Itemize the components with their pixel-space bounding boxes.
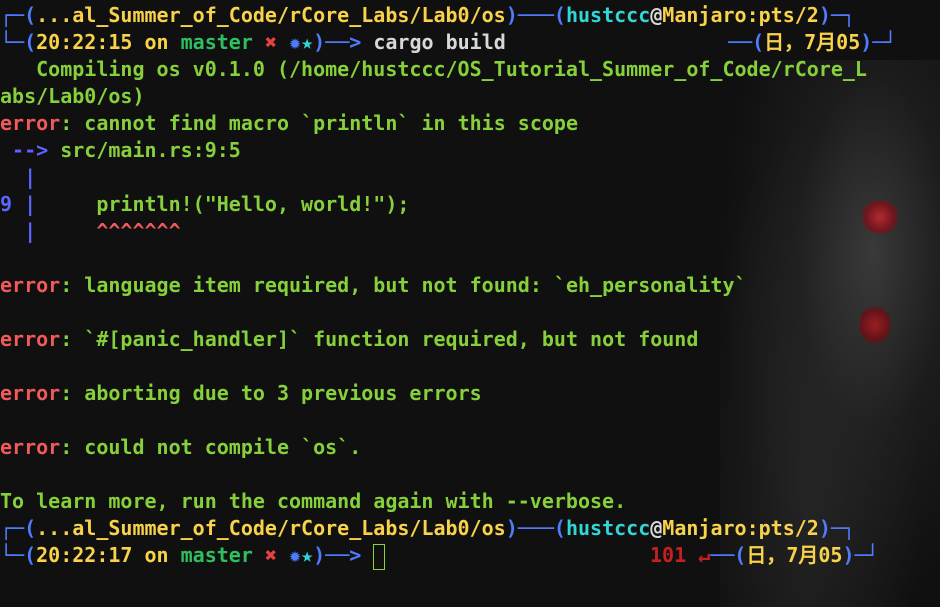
wallpaper-red-accent <box>860 305 890 345</box>
prompt1-date: 日，7月05 <box>764 30 861 54</box>
prompt2-user: hustccc <box>565 516 651 540</box>
prompt1-user: hustccc <box>565 3 651 27</box>
prompt2-top-line: ┌─(...al_Summer_of_Code/rCore_Labs/Lab0/… <box>0 516 855 540</box>
prompt1-date-block: ──(日，7月05)─┘ <box>728 30 897 54</box>
error-location-line: --> src/main.rs:9:5 <box>0 138 241 162</box>
error-line-5: error: could not compile `os`. <box>0 435 362 459</box>
status-gear-icon: ✹ <box>289 543 302 567</box>
compiling-line-wrap: abs/Lab0/os) <box>0 84 145 108</box>
prompt1-branch: master <box>180 30 253 54</box>
error-line-3: error: `#[panic_handler]` function requi… <box>0 327 699 351</box>
prompt1-bottom-line: └─(20:22:15 on master ✖ ✹★)──> cargo bui… <box>0 30 506 54</box>
prompt2-date: 日，7月05 <box>746 543 843 567</box>
verbose-hint-line: To learn more, run the command again wit… <box>0 489 627 513</box>
prompt1-path: ...al_Summer_of_Code/rCore_Labs/Lab0/os <box>36 3 506 27</box>
status-gear-icon: ✹ <box>289 30 302 54</box>
code-line: 9 | println!("Hello, world!"); <box>0 192 410 216</box>
prompt2-path: ...al_Summer_of_Code/rCore_Labs/Lab0/os <box>36 516 506 540</box>
caret-line: | ^^^^^^^ <box>0 219 181 243</box>
error-line-1: error: cannot find macro `println` in th… <box>0 111 578 135</box>
wallpaper-eye-highlight <box>860 200 900 234</box>
prompt1-top-line: ┌─(...al_Summer_of_Code/rCore_Labs/Lab0/… <box>0 3 855 27</box>
return-icon: ↵ <box>698 543 711 567</box>
prompt1-time: 20:22:15 <box>36 30 133 54</box>
error-line-2: error: language item required, but not f… <box>0 273 747 297</box>
exit-code: 101 <box>650 543 687 567</box>
terminal-cursor[interactable] <box>373 543 386 570</box>
prompt1-host: Manjaro:pts/2 <box>662 3 819 27</box>
status-x-icon: ✖ <box>264 30 277 54</box>
prompt2-right-block: 101 ↵──(日，7月05)─┘ <box>650 543 879 567</box>
compiling-line: Compiling os v0.1.0 (/home/hustccc/OS_Tu… <box>0 57 867 81</box>
prompt2-time: 20:22:17 <box>36 543 133 567</box>
gutter-line-empty: | <box>0 165 37 189</box>
status-star-icon: ★ <box>301 30 314 54</box>
error-line-4: error: aborting due to 3 previous errors <box>0 381 482 405</box>
error-carets: ^^^^^^^ <box>36 219 181 243</box>
prompt2-branch: master <box>180 543 253 567</box>
arrow-icon: --> <box>0 138 49 162</box>
line-number: 9 <box>0 192 13 216</box>
prompt2-bottom-line: └─(20:22:17 on master ✖ ✹★)──> <box>0 542 386 570</box>
status-star-icon: ★ <box>301 543 314 567</box>
prompt2-host: Manjaro:pts/2 <box>662 516 819 540</box>
prompt1-command: cargo build <box>373 30 506 54</box>
status-x-icon: ✖ <box>264 543 277 567</box>
